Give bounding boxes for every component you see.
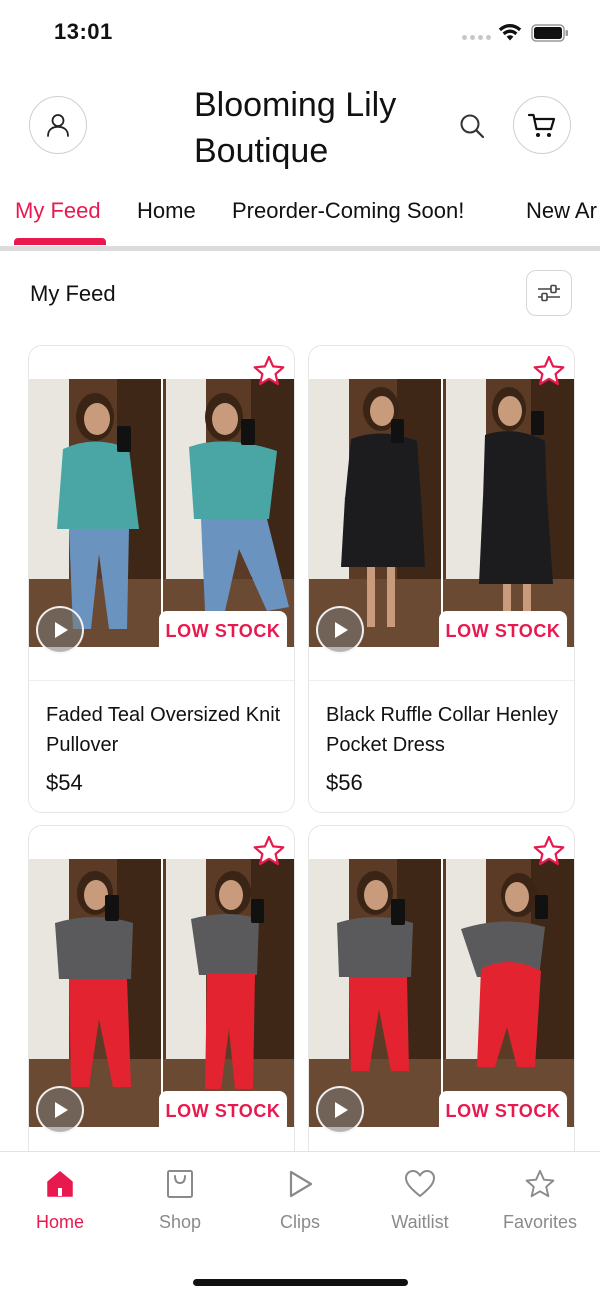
tab-my-feed[interactable]: My Feed <box>15 198 101 224</box>
play-video-button[interactable] <box>316 606 364 654</box>
cart-icon <box>527 113 556 137</box>
tabs-divider <box>0 246 600 251</box>
nav-favorites-label: Favorites <box>502 1212 578 1232</box>
product-card[interactable]: LOW STOCK <box>308 825 575 1155</box>
cart-button[interactable] <box>513 96 571 154</box>
product-price: $56 <box>326 770 363 795</box>
play-video-button[interactable] <box>316 1086 364 1134</box>
battery-icon <box>531 24 568 42</box>
filter-button[interactable] <box>526 270 572 316</box>
product-top-shape <box>189 441 277 519</box>
low-stock-badge: LOW STOCK <box>159 1091 287 1131</box>
home-indicator <box>193 1279 408 1286</box>
store-title: Blooming Lily Boutique <box>194 86 397 170</box>
nav-home[interactable]: Home <box>0 1166 120 1233</box>
sliders-icon <box>538 284 560 302</box>
low-stock-badge: LOW STOCK <box>439 611 567 651</box>
nav-favorites[interactable]: Favorites <box>480 1166 600 1233</box>
product-card[interactable]: LOW STOCK Black Ruffle Collar Henley Poc… <box>308 345 575 813</box>
play-video-button[interactable] <box>36 1086 84 1134</box>
favorite-star-icon[interactable] <box>252 834 286 868</box>
nav-clips[interactable]: Clips <box>240 1166 360 1233</box>
nav-waitlist-label: Waitlist <box>391 1212 449 1232</box>
category-tabs: My Feed Home Preorder-Coming Soon! New A… <box>0 190 600 250</box>
card-divider <box>309 680 574 681</box>
status-bar: 13:01 <box>0 0 600 66</box>
product-bottom-shape <box>479 497 553 584</box>
favorite-star-icon[interactable] <box>532 834 566 868</box>
nav-clips-label: Clips <box>279 1212 320 1232</box>
signal-dots-icon <box>462 35 491 40</box>
nav-shop[interactable]: Shop <box>120 1166 240 1233</box>
low-stock-badge: LOW STOCK <box>159 611 287 651</box>
shopping-bag-icon <box>167 1170 193 1198</box>
product-top-shape <box>345 433 421 499</box>
wifi-icon <box>498 24 522 41</box>
nav-waitlist[interactable]: Waitlist <box>360 1166 480 1233</box>
star-icon <box>525 1169 555 1198</box>
status-time: 13:01 <box>54 19 113 44</box>
app-header: Blooming Lily Boutique <box>0 66 600 186</box>
nav-shop-label: Shop <box>158 1212 202 1232</box>
home-icon <box>47 1171 73 1197</box>
play-icon <box>55 622 68 638</box>
play-video-button[interactable] <box>36 606 84 654</box>
play-icon <box>335 1102 348 1118</box>
card-divider <box>29 680 294 681</box>
play-icon <box>335 622 348 638</box>
product-name[interactable]: Black Ruffle Collar Henley Pocket Dress <box>326 700 566 760</box>
favorite-star-icon[interactable] <box>532 354 566 388</box>
product-top-shape <box>191 914 259 975</box>
bottom-navigation: Home Shop Clips Waitlist Favorites <box>0 1151 600 1299</box>
product-top-shape <box>337 917 413 977</box>
product-top-shape <box>57 441 139 529</box>
user-icon <box>47 114 69 137</box>
tab-new-arrivals[interactable]: New Ar <box>526 198 597 224</box>
product-grid: LOW STOCK Faded Teal Oversized Knit Pull… <box>0 345 600 1155</box>
active-tab-indicator <box>14 238 106 245</box>
profile-button[interactable] <box>29 96 87 154</box>
product-top-shape <box>55 917 133 979</box>
search-icon <box>460 114 485 139</box>
product-bottom-shape <box>341 497 425 567</box>
feed-title: My Feed <box>30 281 116 306</box>
product-card[interactable]: LOW STOCK <box>28 825 295 1155</box>
play-icon <box>289 1170 313 1198</box>
play-icon <box>55 1102 68 1118</box>
product-card[interactable]: LOW STOCK Faded Teal Oversized Knit Pull… <box>28 345 295 813</box>
product-name[interactable]: Faded Teal Oversized Knit Pullover <box>46 700 286 760</box>
product-top-shape <box>483 431 547 499</box>
product-price: $54 <box>46 770 83 795</box>
heart-icon <box>405 1170 435 1197</box>
low-stock-badge: LOW STOCK <box>439 1091 567 1131</box>
tab-home[interactable]: Home <box>137 198 196 224</box>
search-button[interactable] <box>456 110 488 142</box>
favorite-star-icon[interactable] <box>252 354 286 388</box>
tab-preorder[interactable]: Preorder-Coming Soon! <box>232 198 464 224</box>
nav-home-label: Home <box>35 1212 84 1232</box>
